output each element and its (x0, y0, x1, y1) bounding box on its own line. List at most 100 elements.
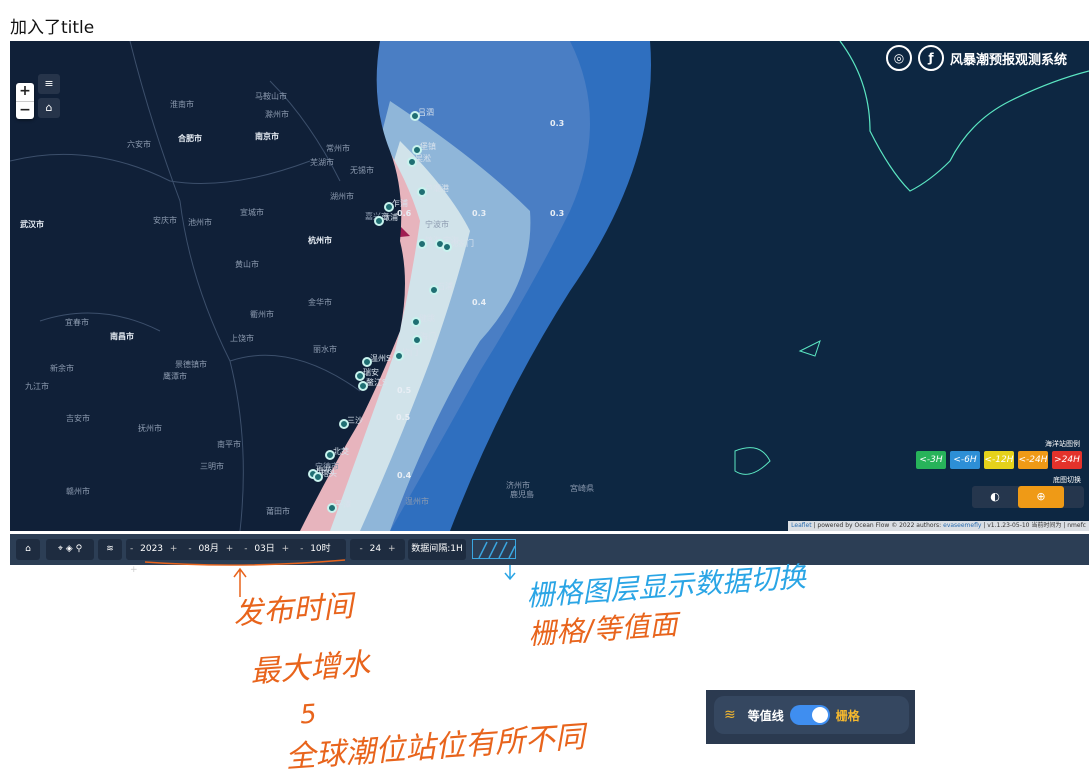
contour-value-label: 0.5 (396, 413, 411, 422)
home-icon[interactable]: ⌂ (16, 539, 40, 560)
contour-value-label: 0.6 (397, 209, 412, 218)
city-label: 安庆市 (153, 216, 177, 225)
attribution-text: | powered by Ocean Flow © 2022 authors: (811, 522, 944, 529)
station-marker[interactable] (411, 317, 421, 327)
city-label: 武汉市 (20, 220, 44, 229)
station-label: 平潭 (335, 500, 351, 509)
month-minus[interactable]: - (184, 544, 195, 554)
year-value[interactable]: 2023 (140, 544, 163, 554)
station-label: 琯头 (321, 469, 337, 478)
zoom-control: + − (16, 83, 34, 119)
step-value[interactable]: 24 (370, 544, 381, 554)
city-label: 莆田市 (266, 507, 290, 516)
legend-item[interactable]: <-24H (1018, 451, 1048, 469)
station-marker[interactable] (412, 335, 422, 345)
legend-item[interactable]: >24H (1052, 451, 1082, 469)
contour-label: 等值线 (747, 708, 784, 723)
day-minus[interactable]: - (240, 544, 251, 554)
map-view[interactable]: + − ≡ ⌂ ◎ ƒ 风暴潮预报观测系统 合肥市 南京市 杭州市 武汉市 南昌市 六安市… (10, 41, 1089, 531)
station-marker[interactable] (410, 111, 420, 121)
station-marker[interactable] (417, 239, 427, 249)
city-label: 常州市 (326, 144, 350, 153)
station-marker[interactable] (339, 419, 349, 429)
basemap-switcher: ◐ ⊕ (972, 486, 1084, 508)
year-plus[interactable]: + (166, 544, 182, 554)
city-label: 新余市 (50, 364, 74, 373)
station-marker[interactable] (327, 503, 337, 513)
contour-icon: ≋ (724, 707, 736, 723)
city-label: 南平市 (217, 440, 241, 449)
contour-grid-toggle[interactable] (789, 705, 830, 725)
station-label: 温州S (370, 354, 392, 363)
leaflet-link[interactable]: Leaflet (791, 522, 811, 529)
locate-icon[interactable]: ⌖ (58, 544, 63, 554)
map-attribution: Leaflet | powered by Ocean Flow © 2022 a… (788, 521, 1089, 531)
station-marker[interactable] (358, 381, 368, 391)
layers-icon[interactable]: ≡ (38, 74, 60, 94)
city-label: 鹰潭市 (163, 372, 187, 381)
legend-item[interactable]: <-12H (984, 451, 1014, 469)
station-label: 石浦 (437, 282, 453, 291)
station-label: 堡镇 (420, 142, 436, 151)
station-marker[interactable] (325, 450, 335, 460)
eraser-icon[interactable]: ◈ (66, 544, 73, 554)
basemap-dark-option[interactable]: ◐ (972, 486, 1018, 508)
year-minus[interactable]: - (126, 544, 137, 554)
station-layer-icon[interactable]: ⌂ (38, 98, 60, 118)
release-time-note: 发布时间 (232, 588, 355, 633)
day-plus[interactable]: + (278, 544, 294, 554)
zoom-out-button[interactable]: − (16, 102, 34, 120)
contour-value-label: 0.4 (397, 471, 412, 480)
forecast-logo-icon: ƒ (917, 45, 944, 71)
zoom-in-button[interactable]: + (16, 83, 34, 102)
city-label: 无锡市 (350, 166, 374, 175)
station-marker[interactable] (355, 371, 365, 381)
station-marker[interactable] (417, 187, 427, 197)
city-label: 景德镇市 (175, 360, 207, 369)
month-value[interactable]: 08月 (198, 544, 218, 554)
grid-layer-icon (472, 539, 516, 559)
city-label: 马鞍山市 (255, 92, 287, 101)
layer-toggle-panel: ≋ 等值线 栅格 (706, 690, 915, 744)
day-value[interactable]: 03日 (254, 544, 274, 554)
search-icon[interactable]: ⚲ (76, 544, 83, 554)
station-marker[interactable] (374, 216, 384, 226)
city-label: 赣州市 (66, 487, 90, 496)
page-title: 加入了title (10, 18, 95, 38)
station-label: 鳌江S (366, 378, 388, 387)
station-label: 坎门 (402, 348, 418, 357)
station-marker[interactable] (407, 157, 417, 167)
legend-item[interactable]: <-6H (950, 451, 980, 469)
month-plus[interactable]: + (222, 544, 238, 554)
step-minus[interactable]: - (356, 544, 367, 554)
station-label: 吕泗 (418, 108, 434, 117)
city-label: 三明市 (200, 462, 224, 471)
legend-title: 海洋站图例 (1045, 440, 1080, 448)
city-label: 湖州市 (330, 192, 354, 201)
hour-value[interactable]: 10时 (310, 544, 330, 554)
interval-label: 数据间隔:1H (408, 539, 466, 560)
step-plus[interactable]: + (384, 544, 400, 554)
city-label: 芜湖市 (310, 158, 334, 167)
city-label: 南京市 (255, 132, 279, 141)
grid-note-arrow (504, 565, 516, 581)
city-label: 衢州市 (250, 310, 274, 319)
hour-minus[interactable]: - (296, 544, 307, 554)
contour-toggle-icon[interactable]: ≋ (98, 539, 122, 560)
station-label: 健跳 (419, 314, 435, 323)
station-marker[interactable] (429, 285, 439, 295)
attribution-version: | v1.1.23-05-10 当前时间为 | nmefc (981, 522, 1086, 529)
basemap-globe-option[interactable]: ⊕ (1018, 486, 1064, 508)
legend-item[interactable]: <-3H (916, 451, 946, 469)
city-label: 金华市 (308, 298, 332, 307)
station-marker[interactable] (394, 351, 404, 361)
station-marker[interactable] (384, 202, 394, 212)
station-label: 澉浦 (382, 213, 398, 222)
city-label: 宁波市 (425, 220, 449, 229)
station-marker[interactable] (362, 357, 372, 367)
author-link[interactable]: evaseemefly (943, 522, 981, 529)
station-marker[interactable] (313, 472, 323, 482)
station-marker[interactable] (442, 242, 452, 252)
city-label: 南昌市 (110, 332, 134, 341)
station-label: 吴淞 (415, 154, 431, 163)
